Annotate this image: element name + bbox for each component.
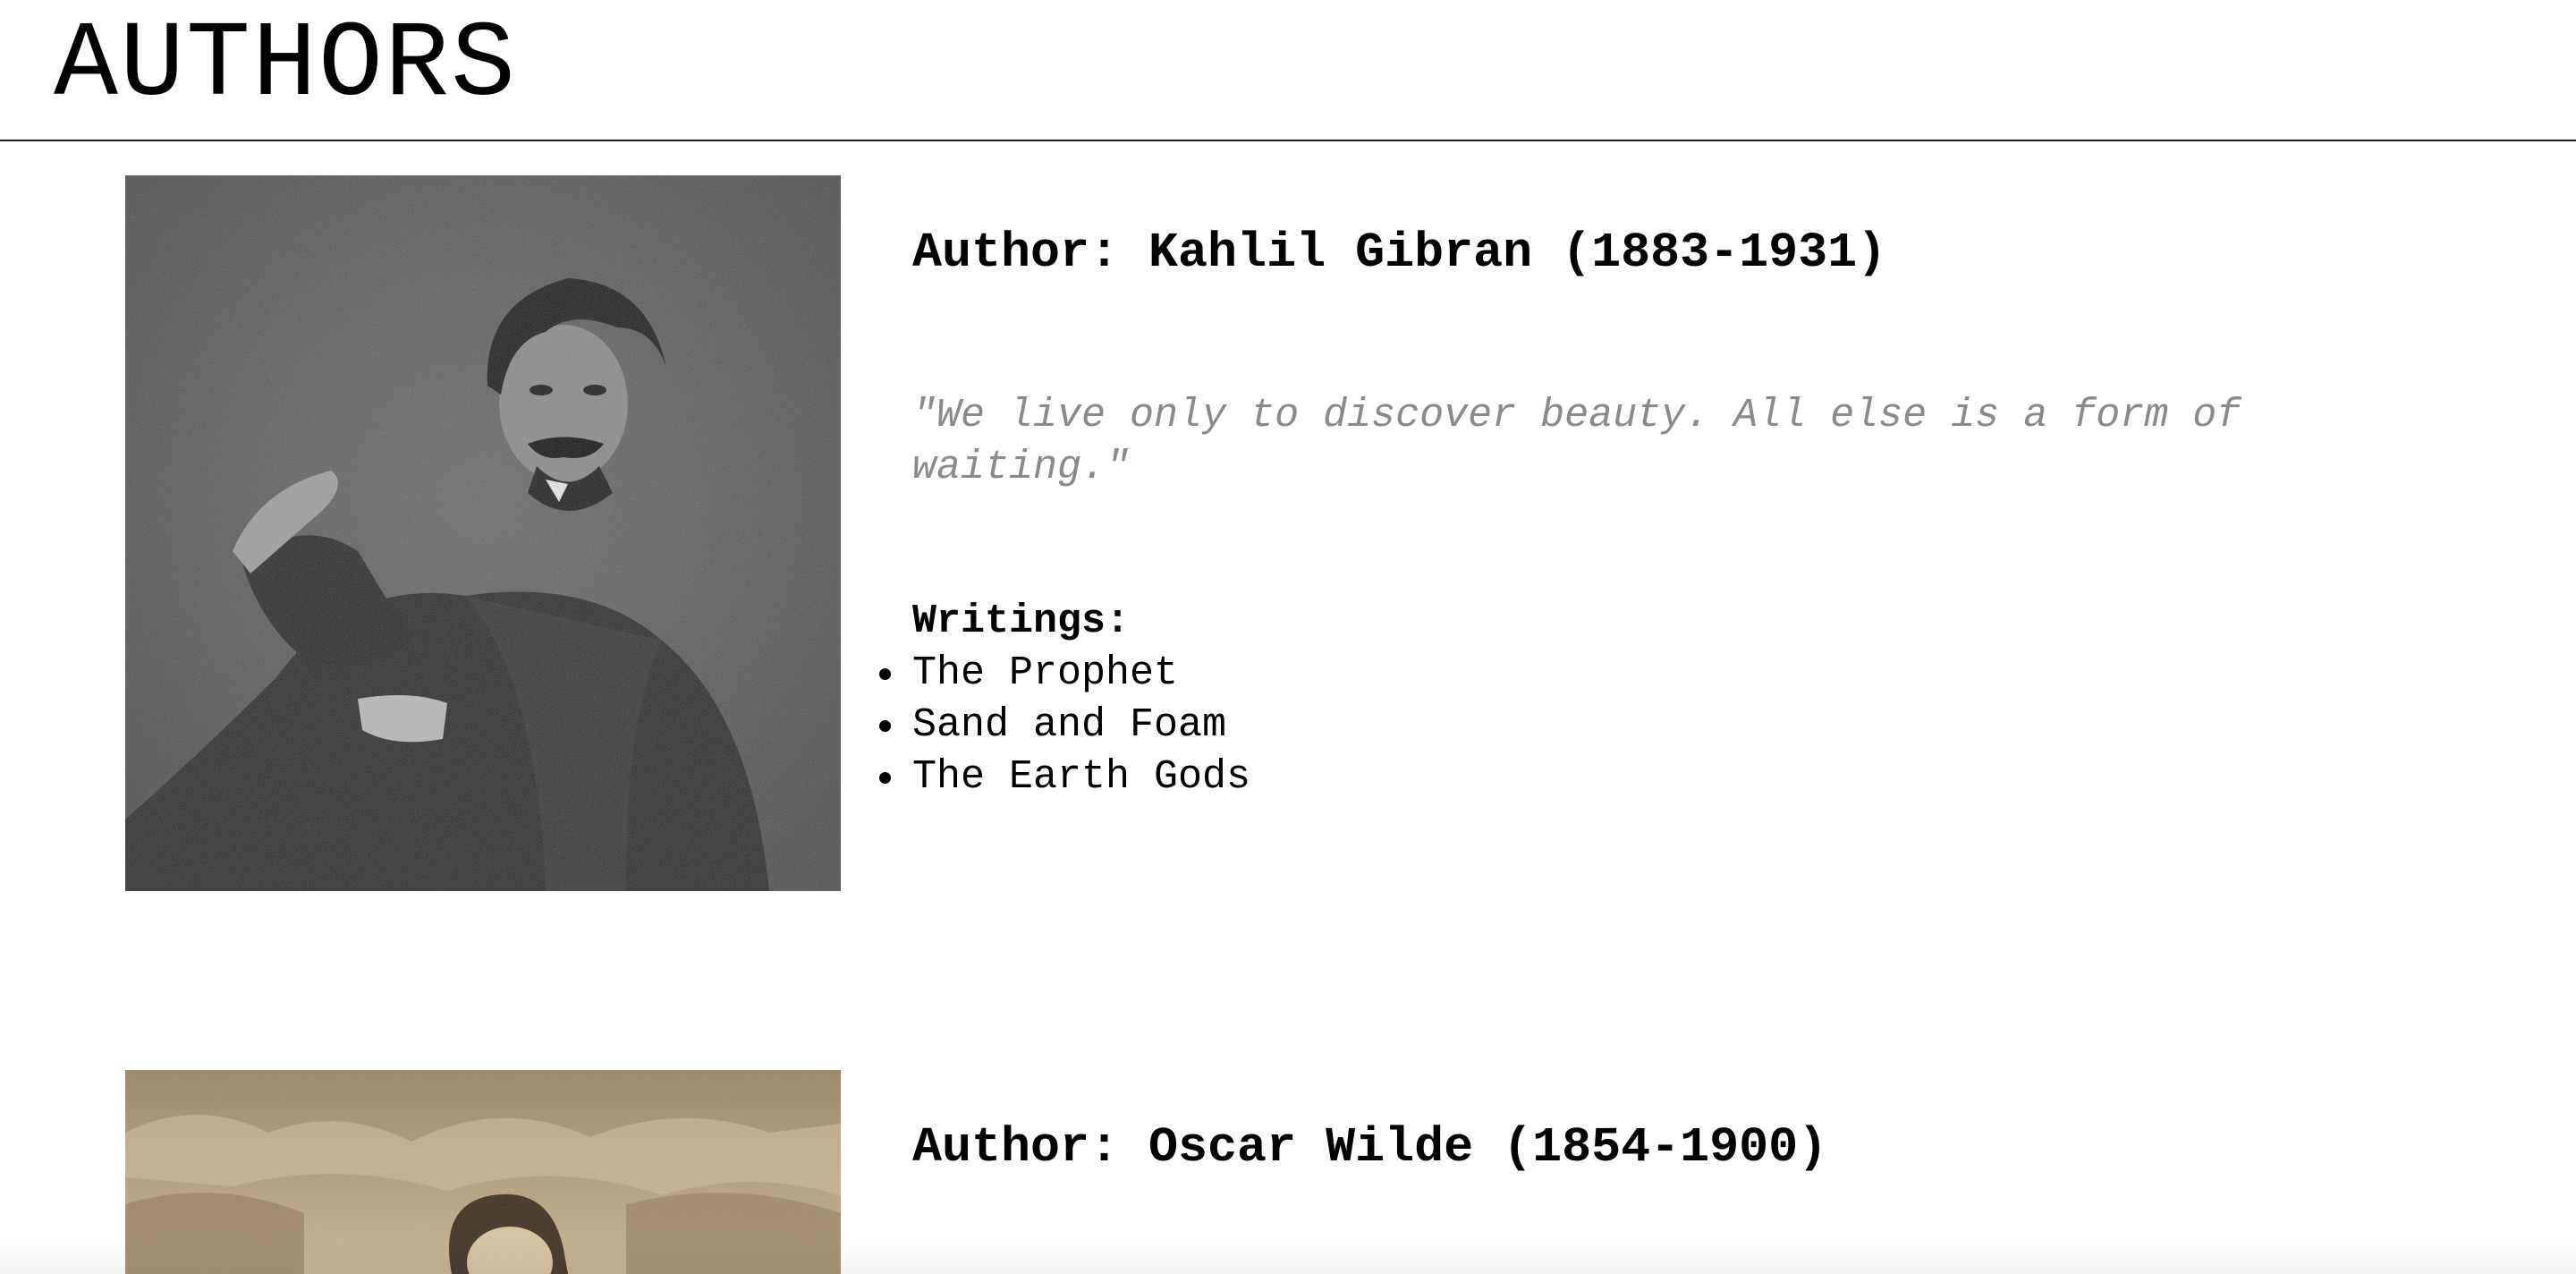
writing-item: The Prophet	[878, 648, 1250, 700]
author-portrait-image	[125, 175, 841, 891]
author-card-kahlil-gibran: Author: Kahlil Gibran (1883-1931) "We li…	[0, 175, 2576, 909]
author-quote: "We live only to discover beauty. All el…	[912, 393, 2241, 490]
writing-item: Sand and Foam	[878, 700, 1250, 752]
writing-item: The Earth Gods	[878, 752, 1250, 803]
writings-list: The Prophet Sand and Foam The Earth Gods	[878, 648, 1250, 803]
author-name-heading: Author: Oscar Wilde (1854-1900)	[912, 1119, 1828, 1176]
page-header: AUTHORS	[0, 0, 2576, 141]
author-portrait-image	[125, 1070, 841, 1274]
writings-label: Writings:	[912, 599, 1131, 644]
author-card-oscar-wilde: Author: Oscar Wilde (1854-1900)	[0, 1070, 2576, 1274]
author-name-heading: Author: Kahlil Gibran (1883-1931)	[912, 225, 1887, 281]
page-title: AUTHORS	[54, 5, 518, 127]
